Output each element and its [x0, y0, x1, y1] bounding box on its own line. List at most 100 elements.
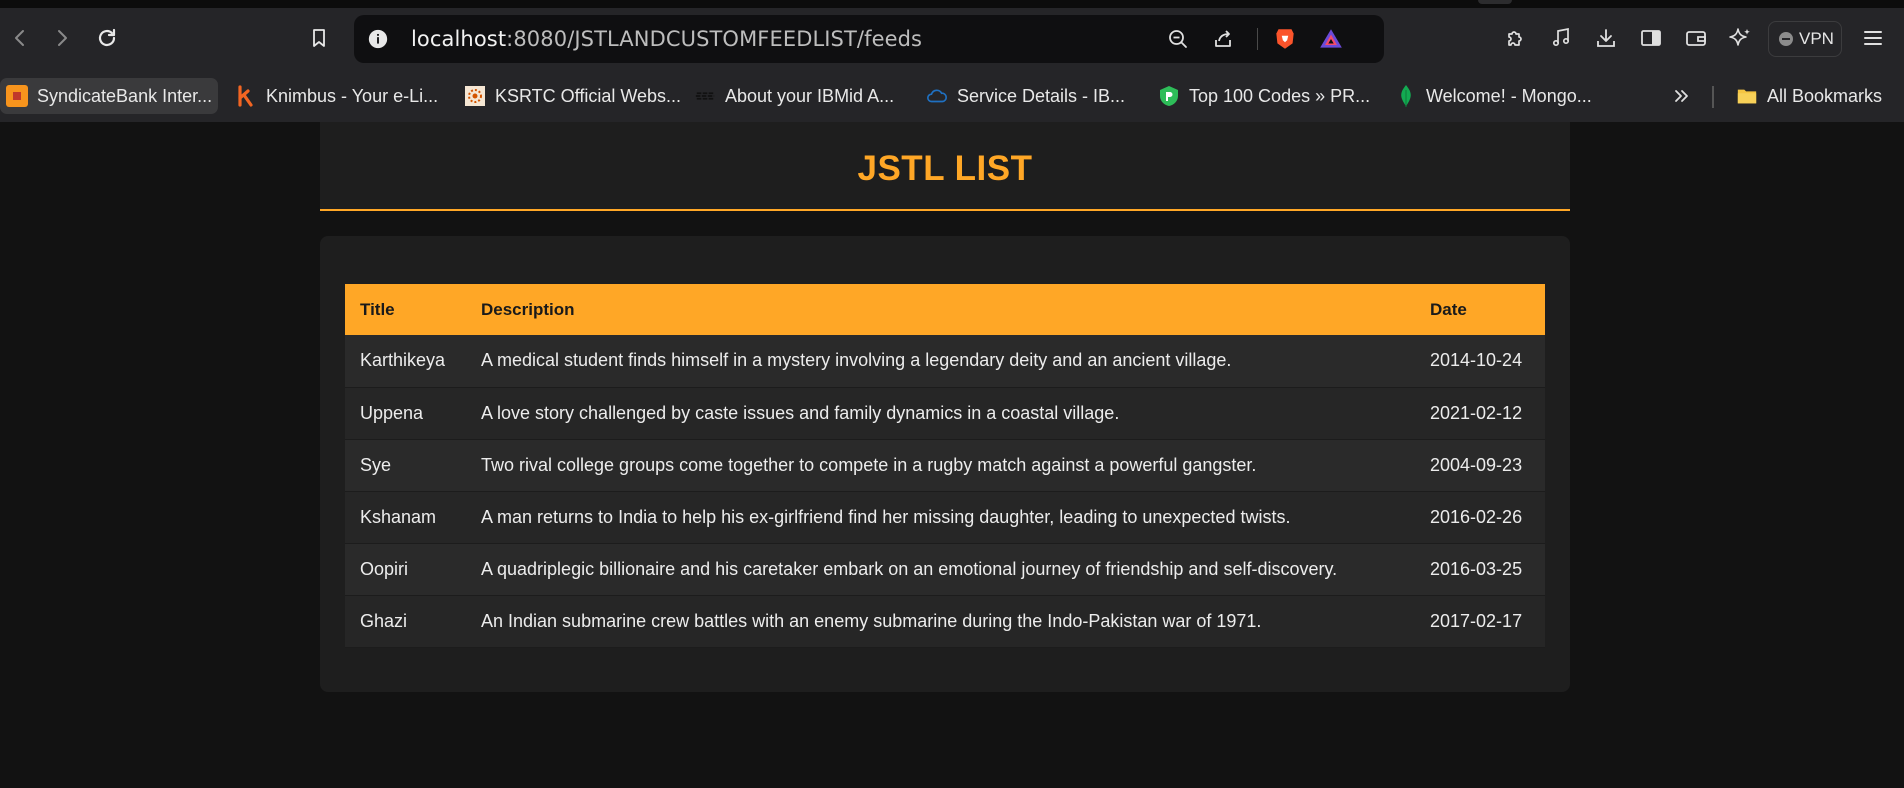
vpn-label: VPN [1799, 29, 1834, 48]
table-header-row: Title Description Date [345, 284, 1545, 335]
table-row: Kshanam A man returns to India to help h… [345, 491, 1545, 543]
bookmark-item-knimbus[interactable]: Knimbus - Your e-Li... [229, 78, 444, 114]
music-note-icon [1552, 27, 1570, 47]
url-path: :8080/JSTLANDCUSTOMFEEDLIST/feeds [506, 27, 923, 51]
table-header: Title Description Date [345, 284, 1545, 335]
address-bar[interactable]: localhost:8080/JSTLANDCUSTOMFEEDLIST/fee… [354, 15, 1384, 63]
cell-description: A quadriplegic billionaire and his caret… [481, 558, 1338, 579]
bookmark-item-ksrtc[interactable]: KSRTC Official Webs... [458, 78, 687, 114]
bookmark-item-top-codes[interactable]: Top 100 Codes » PR... [1152, 78, 1376, 114]
vpn-status-icon [1779, 32, 1793, 46]
site-info-icon[interactable] [364, 25, 392, 53]
ibm-cloud-icon [926, 85, 948, 107]
all-bookmarks-label: All Bookmarks [1767, 85, 1883, 106]
zoom-out-icon[interactable] [1164, 25, 1192, 53]
download-icon [1597, 29, 1615, 47]
bookmark-item-mongodb[interactable]: Welcome! - Mongo... [1389, 78, 1598, 114]
bookmarks-separator [1712, 86, 1714, 108]
table-row: Uppena A love story challenged by caste … [345, 387, 1545, 439]
vpn-button[interactable]: VPN [1768, 21, 1842, 57]
bookmark-page-button[interactable] [301, 20, 337, 56]
table-row: Oopiri A quadriplegic billionaire and hi… [345, 543, 1545, 595]
table-card: Title Description Date Karthikeya A medi… [320, 236, 1570, 692]
cell-title: Sye [360, 454, 392, 475]
ksrtc-icon [464, 85, 486, 107]
sidebar-button[interactable] [1633, 20, 1669, 56]
cell-title: Karthikeya [360, 350, 446, 371]
urlbar-divider [1257, 28, 1258, 50]
all-bookmarks-button[interactable]: All Bookmarks [1730, 78, 1888, 114]
cell-description: A love story challenged by caste issues … [481, 402, 1120, 423]
back-button[interactable] [2, 20, 38, 56]
bookmarks-bar: SyndicateBank Inter... Knimbus - Your e-… [0, 70, 1904, 122]
brave-shields-icon[interactable] [1271, 25, 1299, 53]
cell-date: 2016-03-25 [1430, 558, 1523, 579]
bookmark-icon [313, 29, 325, 47]
wallet-icon [1686, 31, 1706, 46]
forward-button[interactable] [44, 20, 80, 56]
double-chevron-right-icon [1675, 90, 1688, 102]
page-header: JSTL LIST [320, 122, 1570, 211]
cell-description: A medical student finds himself in a mys… [481, 350, 1232, 371]
cell-title: Ghazi [360, 610, 408, 631]
table-row: Sye Two rival college groups come togeth… [345, 439, 1545, 491]
mongodb-leaf-icon [1395, 85, 1417, 107]
bookmarks-overflow-button[interactable] [1664, 78, 1700, 114]
syndicatebank-icon [6, 85, 28, 107]
cell-description: An Indian submarine crew battles with an… [481, 610, 1262, 631]
bookmark-label: Top 100 Codes » PR... [1189, 85, 1371, 106]
puzzle-icon [1508, 31, 1522, 46]
cell-description: A man returns to India to help his ex-gi… [481, 506, 1291, 527]
sparkle-icon [1729, 28, 1750, 46]
window-top-strip [0, 0, 1904, 8]
menu-button[interactable] [1855, 20, 1891, 56]
table-body: Karthikeya A medical student finds himse… [345, 335, 1545, 647]
cell-title: Kshanam [360, 506, 437, 527]
bookmark-label: KSRTC Official Webs... [495, 85, 682, 106]
bookmark-label: Service Details - IB... [957, 85, 1126, 106]
bookmark-label: SyndicateBank Inter... [37, 85, 213, 106]
page-title: JSTL LIST [857, 148, 1033, 188]
ibm-icon [694, 85, 716, 107]
cell-date: 2016-02-26 [1430, 506, 1523, 527]
url-text[interactable]: localhost:8080/JSTLANDCUSTOMFEEDLIST/fee… [411, 27, 922, 51]
column-header-description: Description [481, 299, 575, 319]
bookmark-label: Welcome! - Mongo... [1426, 85, 1592, 106]
forward-arrow-icon [58, 30, 67, 46]
sidebar-icon [1641, 30, 1661, 46]
table-row: Ghazi An Indian submarine crew battles w… [345, 595, 1545, 647]
folder-icon [1736, 85, 1758, 107]
cell-description: Two rival college groups come together t… [481, 454, 1257, 475]
reload-icon [98, 28, 116, 47]
back-arrow-icon [15, 30, 24, 46]
knimbus-icon [235, 85, 257, 107]
share-icon[interactable] [1209, 25, 1237, 53]
leo-ai-button[interactable] [1722, 20, 1758, 56]
cell-date: 2004-09-23 [1430, 454, 1523, 475]
reload-button[interactable] [89, 20, 125, 56]
table-row: Karthikeya A medical student finds himse… [345, 335, 1545, 387]
cell-date: 2014-10-24 [1430, 350, 1523, 371]
column-header-title: Title [360, 299, 395, 319]
bookmark-item-ibmid[interactable]: About your IBMid A... [688, 78, 900, 114]
wallet-button[interactable] [1678, 20, 1714, 56]
shield-icon [1158, 85, 1180, 107]
cell-date: 2017-02-17 [1430, 610, 1523, 631]
downloads-button[interactable] [1588, 20, 1624, 56]
browser-toolbar: localhost:8080/JSTLANDCUSTOMFEEDLIST/fee… [0, 8, 1904, 70]
extensions-button[interactable] [1498, 20, 1534, 56]
bookmark-item-ibm-service[interactable]: Service Details - IB... [920, 78, 1131, 114]
column-header-date: Date [1430, 299, 1467, 319]
media-button[interactable] [1543, 20, 1579, 56]
brave-rewards-icon[interactable] [1317, 25, 1345, 53]
cell-title: Oopiri [360, 558, 409, 579]
tab-stub[interactable] [1478, 0, 1512, 4]
hamburger-menu-icon [1864, 31, 1882, 45]
bookmark-label: About your IBMid A... [725, 85, 895, 106]
feeds-table: Title Description Date Karthikeya A medi… [345, 284, 1545, 648]
cell-title: Uppena [360, 402, 424, 423]
page-content: JSTL LIST Title Description Date Karthik… [0, 122, 1904, 788]
bookmark-item-syndicatebank[interactable]: SyndicateBank Inter... [0, 78, 219, 114]
bookmark-label: Knimbus - Your e-Li... [266, 85, 439, 106]
url-host: localhost [411, 27, 507, 51]
